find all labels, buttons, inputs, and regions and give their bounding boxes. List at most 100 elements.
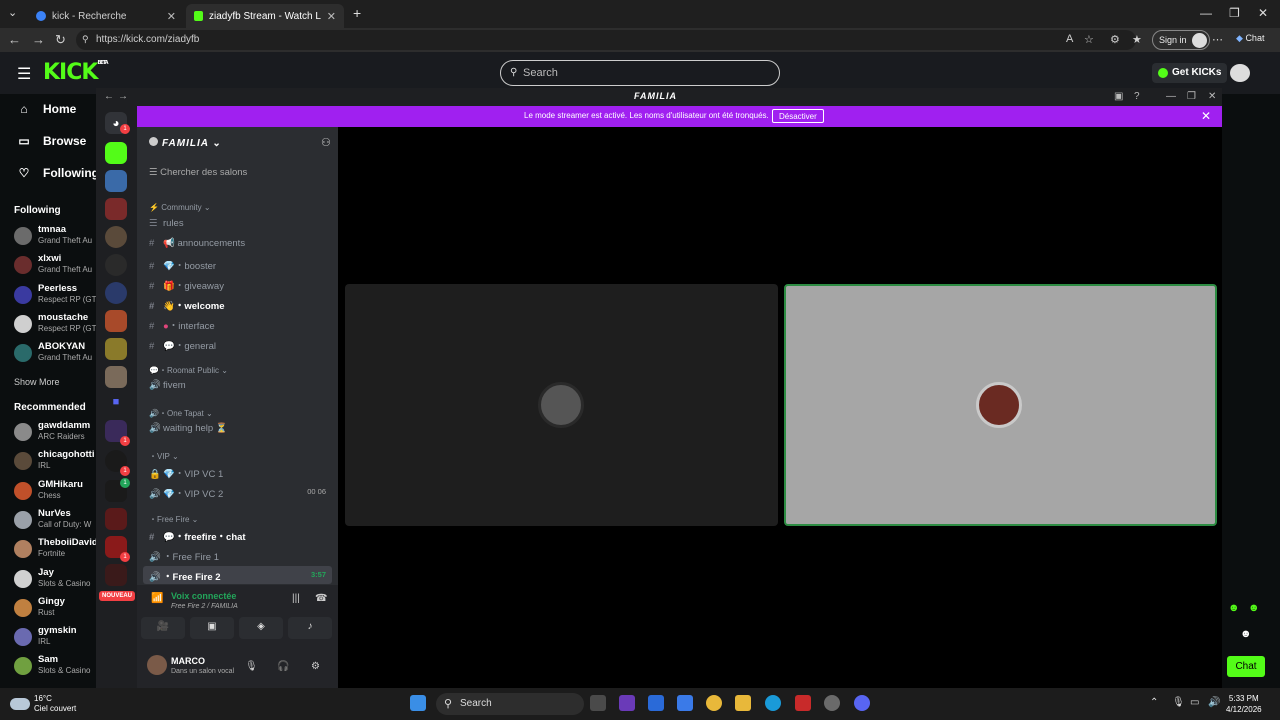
forward-icon[interactable]: →: [32, 32, 45, 47]
channel-freefire-chat[interactable]: # 💬・freefire・chat: [143, 526, 332, 544]
channel-booster[interactable]: # 💎・booster: [143, 255, 332, 273]
microphone-icon[interactable]: 🎙: [245, 661, 258, 672]
forward-icon[interactable]: →: [118, 91, 128, 102]
disconnect-icon[interactable]: ☎: [315, 593, 327, 604]
windows-start-icon[interactable]: [410, 695, 426, 711]
copilot-app-icon[interactable]: [619, 695, 635, 711]
category-community[interactable]: ⚡ Community ⌄: [149, 203, 211, 212]
channel-list-item[interactable]: Peerless Respect RP (GT: [14, 282, 100, 308]
folder-icon[interactable]: ■: [105, 396, 127, 418]
app-icon[interactable]: [824, 695, 840, 711]
server-icon[interactable]: [105, 226, 127, 248]
server-icon-kick[interactable]: [105, 142, 127, 164]
copilot-chat-button[interactable]: ◆ Chat: [1236, 33, 1264, 44]
close-banner-icon[interactable]: ✕: [1201, 109, 1211, 123]
channel-welcome[interactable]: # 👋・welcome: [143, 295, 332, 313]
network-icon[interactable]: ▭: [1190, 697, 1199, 708]
server-icon[interactable]: [105, 282, 127, 304]
activities-button[interactable]: ◈: [239, 617, 283, 639]
taskbar-search[interactable]: ⚲ Search: [436, 693, 584, 715]
server-icon[interactable]: [105, 170, 127, 192]
channel-free-fire-2[interactable]: 🔊 ・Free Fire 2 3:57: [143, 566, 332, 584]
channel-fivem[interactable]: 🔊 fivem: [143, 377, 332, 395]
close-tab-icon[interactable]: ✕: [327, 10, 336, 23]
outlook-icon[interactable]: [648, 695, 664, 711]
nav-browse[interactable]: ▭ Browse: [17, 134, 86, 148]
file-explorer-icon[interactable]: [735, 695, 751, 711]
back-icon[interactable]: ←: [104, 91, 114, 102]
channel-list-item[interactable]: GMHikaru Chess: [14, 478, 100, 504]
inbox-icon[interactable]: ▣: [1114, 91, 1123, 102]
channel-rules[interactable]: ☰ rules: [143, 215, 332, 233]
show-more-link[interactable]: Show More: [14, 377, 60, 387]
close-tab-icon[interactable]: ✕: [167, 10, 176, 23]
channel-vip-vc-2[interactable]: 🔊 💎・VIP VC 2 00 06: [143, 483, 332, 501]
close-window-icon[interactable]: ✕: [1258, 6, 1268, 20]
settings-gear-icon[interactable]: ⚙: [311, 661, 320, 672]
nav-following[interactable]: ♡ Following: [17, 166, 99, 180]
server-icon[interactable]: [105, 254, 127, 276]
favorites-icon[interactable]: ★: [1132, 33, 1142, 46]
back-icon[interactable]: ←: [8, 32, 21, 47]
category-free-fire[interactable]: ・Free Fire ⌄: [149, 514, 198, 525]
disable-streamer-button[interactable]: Désactiver: [772, 109, 824, 123]
server-icon[interactable]: [105, 564, 127, 586]
refresh-icon[interactable]: ↻: [55, 32, 66, 48]
channel-list-item[interactable]: gymskin IRL: [14, 624, 100, 650]
favorite-star-icon[interactable]: ☆: [1084, 33, 1094, 46]
chrome-icon[interactable]: [706, 695, 722, 711]
show-hidden-icons[interactable]: ⌃: [1150, 697, 1158, 708]
server-icon[interactable]: [105, 310, 127, 332]
chat-send-button[interactable]: Chat: [1227, 656, 1265, 677]
voice-channel-path[interactable]: Free Fire 2 / FAMILIA: [171, 603, 238, 610]
maximize-icon[interactable]: ❐: [1187, 91, 1196, 102]
microphone-tray-icon[interactable]: 🎙: [1172, 697, 1185, 708]
channel-list-item[interactable]: chicagohotti IRL: [14, 448, 100, 474]
category-vip[interactable]: ・VIP ⌄: [149, 451, 179, 462]
minimize-icon[interactable]: —: [1200, 6, 1212, 20]
task-view-icon[interactable]: [590, 695, 606, 711]
user-avatar[interactable]: [147, 655, 167, 675]
emote-icon[interactable]: ☻: [1248, 602, 1260, 614]
maximize-icon[interactable]: ❐: [1229, 6, 1240, 20]
weather-widget[interactable]: 16°C Ciel couvert: [8, 694, 76, 714]
channel-giveaway[interactable]: # 🎁・giveaway: [143, 275, 332, 293]
kick-search-input[interactable]: ⚲ Search: [500, 60, 780, 86]
edge-icon[interactable]: [765, 695, 781, 711]
emoji-picker-icon[interactable]: ☻: [1240, 628, 1252, 640]
sign-in-button[interactable]: Sign in: [1152, 30, 1210, 50]
channel-announcements[interactable]: # 📢 announcements: [143, 235, 332, 253]
kick-logo[interactable]: KICKBETA: [43, 60, 109, 85]
read-aloud-icon[interactable]: A: [1066, 33, 1073, 45]
more-menu-icon[interactable]: ⋯: [1212, 33, 1223, 46]
get-kicks-button[interactable]: Get KICKs: [1152, 63, 1228, 83]
discord-app-icon[interactable]: [854, 695, 870, 711]
menu-icon[interactable]: ☰: [17, 64, 31, 84]
channel-list-item[interactable]: Sam Slots & Casino: [14, 653, 100, 679]
user-avatar[interactable]: [1230, 64, 1250, 82]
channel-list-item[interactable]: moustache Respect RP (GT: [14, 311, 100, 337]
store-icon[interactable]: [677, 695, 693, 711]
channel-search[interactable]: ☰ Chercher des salons: [149, 167, 247, 178]
app-icon[interactable]: [795, 695, 811, 711]
tab-kick-search[interactable]: kick - Recherche ✕: [28, 4, 184, 28]
tab-list-icon[interactable]: ⌄: [8, 6, 17, 19]
emote-icon[interactable]: ☻: [1228, 602, 1240, 614]
noise-suppression-icon[interactable]: |||: [292, 593, 300, 604]
channel-list-item[interactable]: NurVes Call of Duty: W: [14, 507, 100, 533]
screen-share-button[interactable]: ▣: [190, 617, 234, 639]
channel-list-item[interactable]: ABOKYAN Grand Theft Au: [14, 340, 100, 366]
url-field[interactable]: ⚲ https://kick.com/ziadyfb: [76, 30, 1136, 50]
server-icon[interactable]: [105, 198, 127, 220]
channel-general[interactable]: # 💬・general: [143, 335, 332, 353]
headphones-icon[interactable]: 🎧: [277, 661, 289, 672]
participant-tile[interactable]: [345, 284, 778, 526]
channel-interface[interactable]: # ●・interface: [143, 315, 332, 333]
close-icon[interactable]: ✕: [1208, 91, 1216, 102]
site-info-icon[interactable]: ⚲: [82, 34, 89, 45]
server-icon[interactable]: [105, 366, 127, 388]
channel-free-fire-1[interactable]: 🔊 ・Free Fire 1: [143, 546, 332, 564]
help-icon[interactable]: ?: [1134, 91, 1140, 102]
minimize-icon[interactable]: —: [1166, 91, 1176, 102]
extensions-icon[interactable]: ⚙: [1110, 33, 1120, 46]
